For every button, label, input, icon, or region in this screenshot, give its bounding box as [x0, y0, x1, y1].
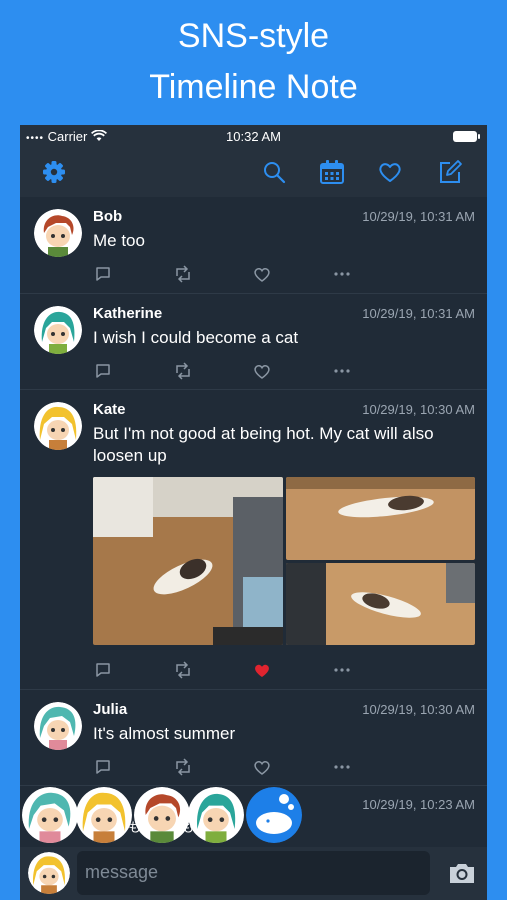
reply-icon — [96, 267, 110, 281]
promo-title-line2: Timeline Note — [149, 68, 358, 106]
like-button[interactable] — [252, 264, 272, 284]
post-author[interactable]: Kate — [93, 401, 126, 418]
post-actions — [93, 264, 363, 284]
search-button[interactable] — [260, 158, 288, 186]
post-text: Me too — [93, 231, 145, 250]
post[interactable]: Katherine 10/29/19, 10:31 AM I wish I co… — [20, 294, 487, 390]
post-text: I wish I could become a cat — [93, 328, 299, 347]
photo-1[interactable] — [93, 477, 283, 645]
reaction-avatar[interactable] — [22, 787, 78, 843]
repost-button[interactable] — [173, 361, 193, 381]
reply-icon — [96, 760, 110, 774]
app-mascot-avatar[interactable] — [246, 787, 302, 843]
photo-grid — [93, 477, 475, 645]
post-actions — [93, 361, 363, 381]
post-time: 10/29/19, 10:31 AM — [362, 306, 475, 321]
reaction-avatar[interactable] — [188, 787, 244, 843]
repost-icon — [176, 758, 190, 776]
reaction-time: 10/29/19, 10:23 AM — [362, 797, 475, 812]
post-time: 10/29/19, 10:31 AM — [362, 209, 475, 224]
repost-icon — [176, 362, 190, 380]
favorites-button[interactable] — [376, 158, 404, 186]
heart-icon — [254, 760, 270, 775]
compose-icon — [440, 160, 462, 183]
post-author[interactable]: Bob — [93, 208, 122, 225]
post-time: 10/29/19, 10:30 AM — [362, 402, 475, 417]
promo-header: SNS-style Timeline Note — [0, 0, 507, 125]
more-button[interactable] — [332, 660, 352, 680]
heart-icon — [254, 267, 270, 282]
repost-button[interactable] — [173, 757, 193, 777]
compose-button[interactable] — [436, 158, 464, 186]
avatar[interactable] — [34, 306, 82, 354]
reaction-row[interactable]: も も 10/29/19, 10:23 AM — [20, 785, 487, 847]
post-actions — [93, 757, 363, 777]
repost-icon — [176, 661, 190, 679]
timeline[interactable]: Bob 10/29/19, 10:31 AM Me too Katherine … — [20, 197, 487, 847]
reply-button[interactable] — [93, 660, 113, 680]
heart-icon — [254, 364, 270, 379]
repost-icon — [176, 265, 190, 283]
post[interactable]: Julia 10/29/19, 10:30 AM It's almost sum… — [20, 690, 487, 786]
like-button[interactable] — [252, 361, 272, 381]
reply-button[interactable] — [93, 361, 113, 381]
battery-icon — [453, 131, 480, 142]
avatar[interactable] — [34, 209, 82, 257]
status-time: 10:32 AM — [226, 129, 281, 144]
reaction-avatar[interactable] — [76, 787, 132, 843]
like-button[interactable] — [252, 757, 272, 777]
repost-button[interactable] — [173, 660, 193, 680]
more-button[interactable] — [332, 757, 352, 777]
avatar[interactable] — [34, 702, 82, 750]
more-button[interactable] — [332, 361, 352, 381]
photo-2[interactable] — [286, 477, 475, 560]
post-actions — [93, 660, 363, 680]
camera-button[interactable] — [447, 859, 477, 887]
post-time: 10/29/19, 10:30 AM — [362, 702, 475, 717]
post[interactable]: Kate 10/29/19, 10:30 AM But I'm not good… — [20, 390, 487, 690]
search-icon — [264, 162, 286, 184]
more-icon — [334, 272, 350, 276]
post[interactable]: Bob 10/29/19, 10:31 AM Me too — [20, 197, 487, 294]
heart-icon — [379, 163, 401, 182]
like-button[interactable] — [252, 660, 272, 680]
repost-button[interactable] — [173, 264, 193, 284]
post-text: But I'm not good at being hot. My cat wi… — [93, 424, 434, 465]
post-author[interactable]: Katherine — [93, 305, 162, 322]
calendar-icon — [320, 160, 344, 184]
composer-bar: message — [20, 847, 487, 900]
avatar[interactable] — [34, 402, 82, 450]
reply-icon — [96, 364, 110, 378]
reply-button[interactable] — [93, 757, 113, 777]
settings-button[interactable] — [40, 158, 68, 186]
heart-filled-icon — [255, 664, 269, 677]
calendar-button[interactable] — [318, 158, 346, 186]
status-bar: •••• Carrier 10:32 AM — [20, 125, 487, 147]
more-icon — [334, 668, 350, 672]
camera-icon — [450, 864, 474, 883]
photo-3[interactable] — [286, 563, 475, 645]
more-button[interactable] — [332, 264, 352, 284]
message-input[interactable]: message — [77, 851, 430, 895]
user-avatar[interactable] — [28, 852, 70, 894]
post-author[interactable]: Julia — [93, 701, 127, 718]
reply-icon — [96, 663, 110, 677]
toolbar — [20, 147, 487, 197]
more-icon — [334, 765, 350, 769]
post-text: It's almost summer — [93, 724, 236, 743]
promo-title-line1: SNS-style — [177, 17, 330, 55]
gear-icon — [43, 161, 65, 183]
phone-screen: •••• Carrier 10:32 AM Bob 10/29/19, 10:3… — [20, 125, 487, 900]
more-icon — [334, 369, 350, 373]
reply-button[interactable] — [93, 264, 113, 284]
